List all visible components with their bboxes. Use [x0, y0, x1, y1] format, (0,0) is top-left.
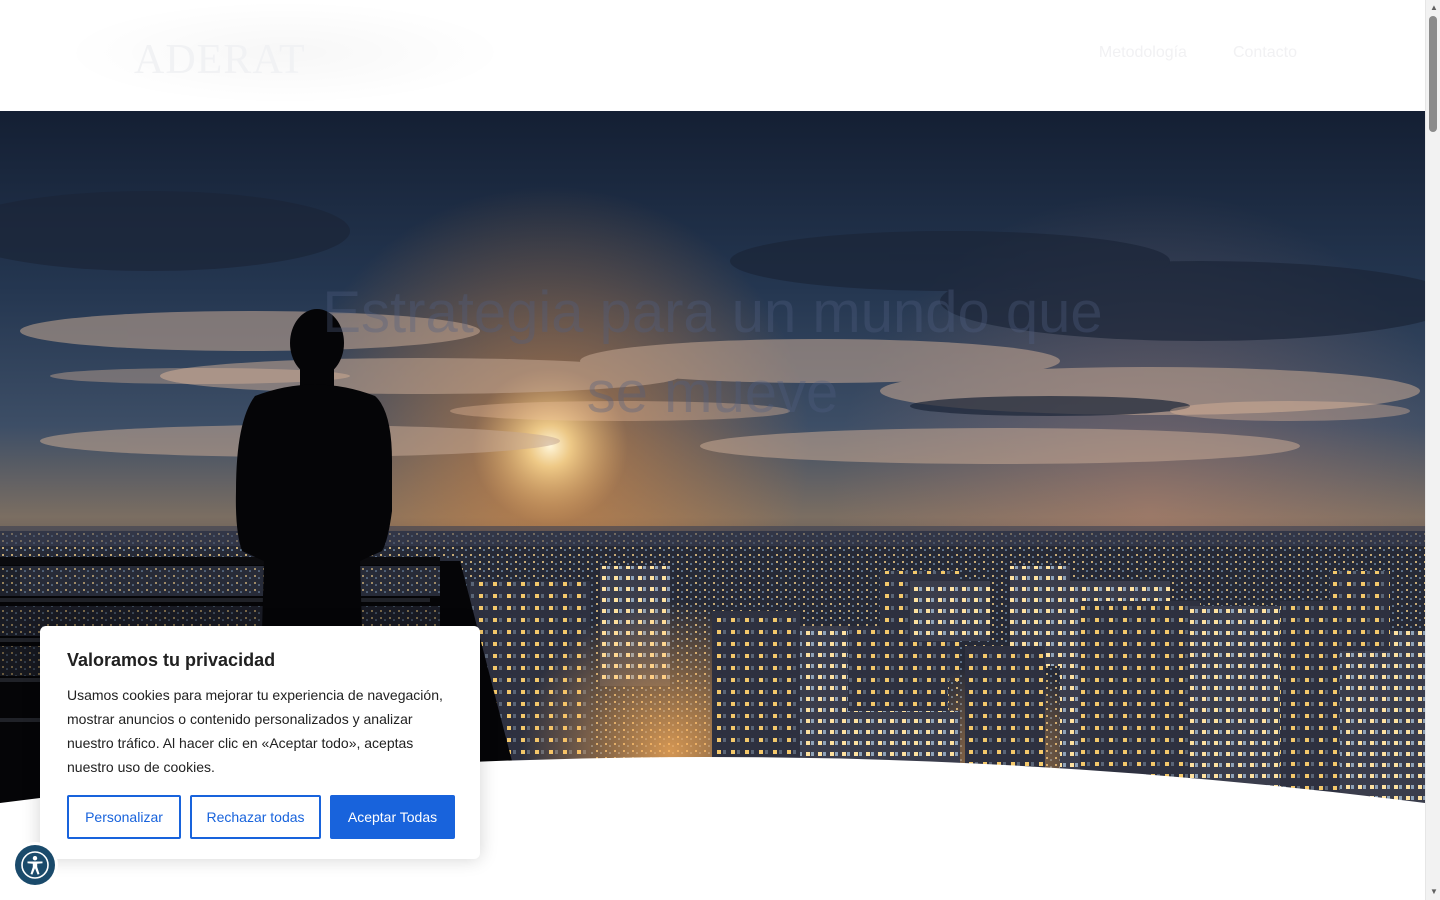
reject-all-button[interactable]: Rechazar todas [190, 795, 321, 839]
accessibility-icon [15, 845, 55, 885]
main-nav: Metodología Contacto [1099, 44, 1297, 62]
scroll-thumb[interactable] [1429, 16, 1437, 132]
customize-button[interactable]: Personalizar [67, 795, 181, 839]
page: ADERAT Metodología Contacto Estrategia p… [0, 0, 1440, 900]
site-header: ADERAT Metodología Contacto [0, 0, 1425, 111]
hero-title-line-1: Estrategia para un mundo que [322, 280, 1103, 345]
cookie-description: Usamos cookies para mejorar tu experienc… [67, 687, 443, 775]
accessibility-button[interactable] [12, 842, 58, 888]
scroll-up-arrow-icon[interactable]: ▲ [1429, 3, 1439, 13]
page-scrollbar[interactable]: ▲ ▼ [1425, 0, 1440, 900]
site-logo[interactable]: ADERAT [134, 36, 306, 84]
scroll-down-arrow-icon[interactable]: ▼ [1429, 887, 1439, 897]
nav-link-contacto[interactable]: Contacto [1233, 44, 1297, 62]
cookie-title: Valoramos tu privacidad [67, 650, 276, 670]
cookie-buttons: Personalizar Rechazar todas Aceptar Toda… [67, 795, 455, 839]
hero-title-line-2: se mueve [586, 360, 839, 425]
nav-link-metodologia[interactable]: Metodología [1099, 44, 1187, 62]
hero-title: Estrategia para un mundo que se mueve [0, 273, 1425, 433]
accept-all-button[interactable]: Aceptar Todas [330, 795, 455, 839]
cookie-consent-dialog: Valoramos tu privacidad Usamos cookies p… [40, 626, 480, 859]
